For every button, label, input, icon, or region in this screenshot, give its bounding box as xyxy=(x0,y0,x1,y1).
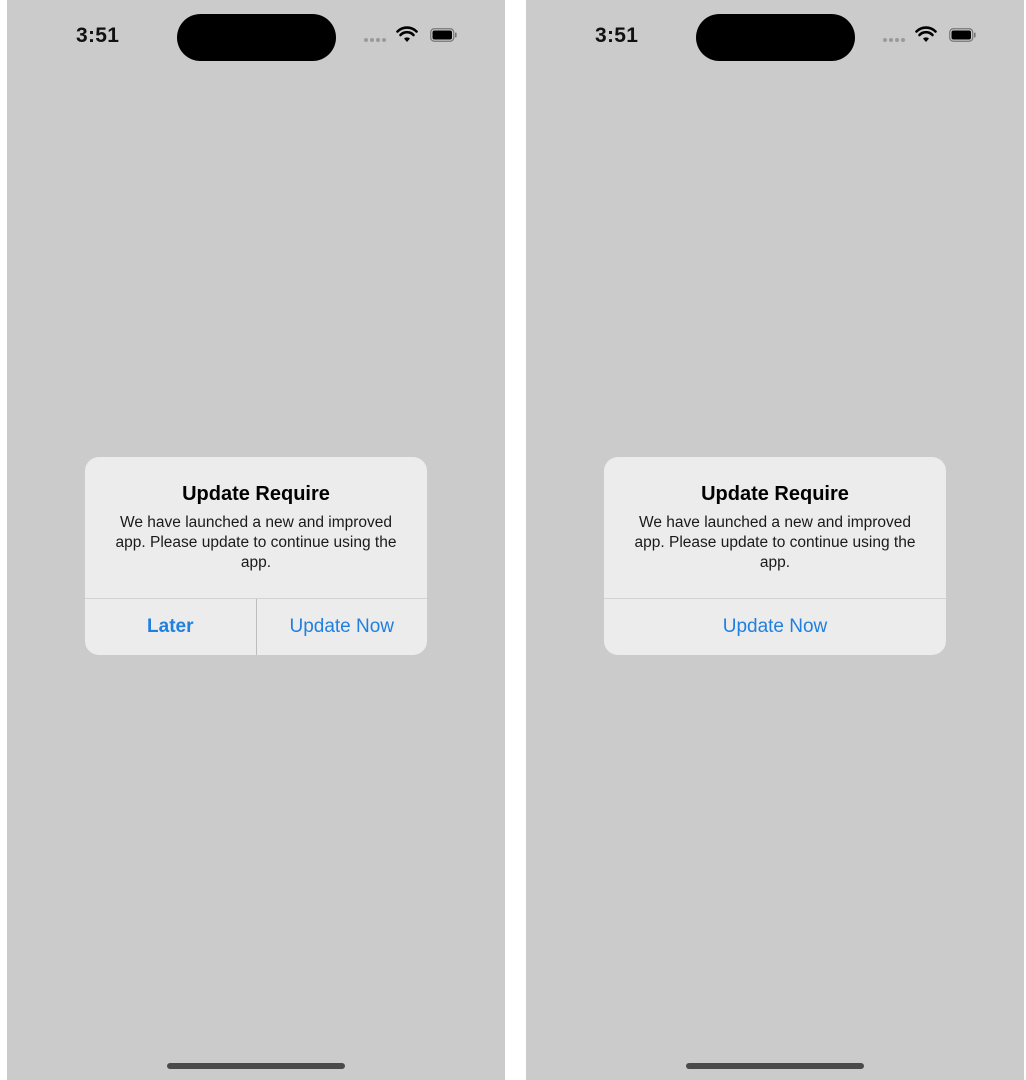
cellular-signal-icon xyxy=(883,38,905,42)
phone-screen-forced-update: 3:51 Update Require We have launched a n… xyxy=(526,0,1024,1080)
status-time: 3:51 xyxy=(76,24,120,47)
wifi-icon xyxy=(915,26,937,42)
alert-message: We have launched a new and improved app.… xyxy=(115,514,397,571)
home-indicator[interactable] xyxy=(686,1063,864,1069)
alert-title: Update Require xyxy=(701,483,849,505)
alert-actions: Later Update Now xyxy=(85,599,427,655)
update-alert-dialog: Update Require We have launched a new an… xyxy=(85,457,427,655)
update-now-button[interactable]: Update Now xyxy=(257,599,428,655)
alert-title: Update Require xyxy=(182,483,330,505)
wifi-icon xyxy=(396,26,418,42)
cellular-signal-icon xyxy=(364,38,386,42)
update-now-button[interactable]: Update Now xyxy=(604,599,946,655)
alert-message: We have launched a new and improved app.… xyxy=(634,514,916,571)
status-time: 3:51 xyxy=(595,24,639,47)
later-button[interactable]: Later xyxy=(85,599,256,655)
phone-screen-with-later: 3:51 Update Require We have launched a n… xyxy=(7,0,505,1080)
battery-icon xyxy=(949,28,976,42)
update-alert-dialog: Update Require We have launched a new an… xyxy=(604,457,946,655)
alert-actions: Update Now xyxy=(604,599,946,655)
dynamic-island xyxy=(177,14,336,61)
home-indicator[interactable] xyxy=(167,1063,345,1069)
battery-icon xyxy=(430,28,457,42)
dynamic-island xyxy=(696,14,855,61)
